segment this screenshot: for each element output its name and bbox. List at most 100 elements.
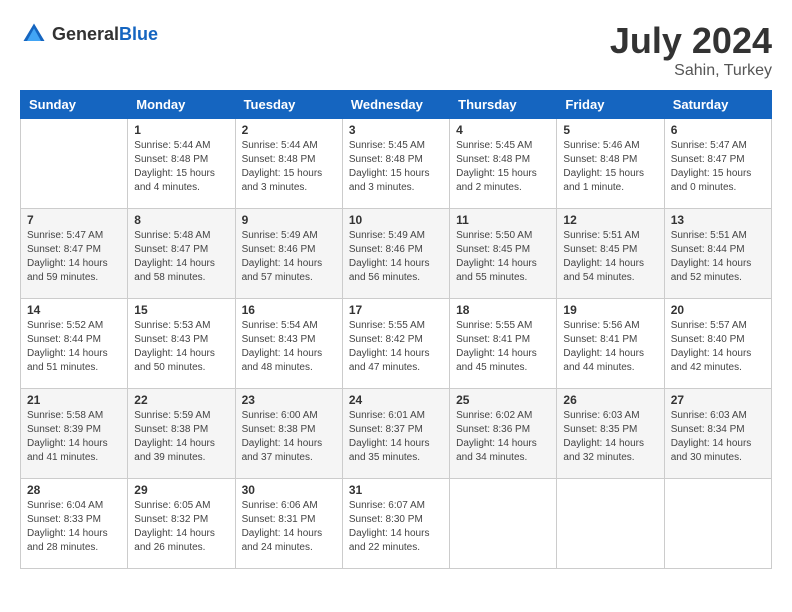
cell-info: Sunrise: 5:44 AM Sunset: 8:48 PM Dayligh… <box>242 139 336 195</box>
cell-info: Sunrise: 6:01 AM Sunset: 8:37 PM Dayligh… <box>349 409 443 465</box>
sunset: Sunset: 8:38 PM <box>134 424 208 435</box>
daylight: Daylight: 14 hours and 54 minutes. <box>563 258 644 283</box>
cell-info: Sunrise: 5:48 AM Sunset: 8:47 PM Dayligh… <box>134 229 228 285</box>
sunrise: Sunrise: 5:51 AM <box>671 230 747 241</box>
cell-info: Sunrise: 6:07 AM Sunset: 8:30 PM Dayligh… <box>349 499 443 555</box>
cell-info: Sunrise: 5:55 AM Sunset: 8:41 PM Dayligh… <box>456 319 550 375</box>
logo-icon <box>20 20 48 48</box>
day-number: 28 <box>27 483 121 497</box>
cell-info: Sunrise: 5:52 AM Sunset: 8:44 PM Dayligh… <box>27 319 121 375</box>
sunrise: Sunrise: 5:44 AM <box>134 140 210 151</box>
day-number: 13 <box>671 213 765 227</box>
day-number: 5 <box>563 123 657 137</box>
day-number: 30 <box>242 483 336 497</box>
sunrise: Sunrise: 6:00 AM <box>242 410 318 421</box>
calendar-cell: 4 Sunrise: 5:45 AM Sunset: 8:48 PM Dayli… <box>450 119 557 209</box>
day-number: 15 <box>134 303 228 317</box>
sunset: Sunset: 8:38 PM <box>242 424 316 435</box>
daylight: Daylight: 14 hours and 37 minutes. <box>242 438 323 463</box>
daylight: Daylight: 14 hours and 48 minutes. <box>242 348 323 373</box>
daylight: Daylight: 14 hours and 52 minutes. <box>671 258 752 283</box>
calendar-cell: 30 Sunrise: 6:06 AM Sunset: 8:31 PM Dayl… <box>235 479 342 569</box>
cell-info: Sunrise: 5:45 AM Sunset: 8:48 PM Dayligh… <box>349 139 443 195</box>
title-section: July 2024 Sahin, Turkey <box>610 20 772 80</box>
daylight: Daylight: 14 hours and 28 minutes. <box>27 528 108 553</box>
sunrise: Sunrise: 5:45 AM <box>349 140 425 151</box>
day-number: 10 <box>349 213 443 227</box>
sunset: Sunset: 8:31 PM <box>242 514 316 525</box>
day-number: 31 <box>349 483 443 497</box>
daylight: Daylight: 14 hours and 55 minutes. <box>456 258 537 283</box>
day-number: 12 <box>563 213 657 227</box>
cell-info: Sunrise: 5:45 AM Sunset: 8:48 PM Dayligh… <box>456 139 550 195</box>
sunset: Sunset: 8:42 PM <box>349 334 423 345</box>
sunset: Sunset: 8:36 PM <box>456 424 530 435</box>
calendar-cell: 25 Sunrise: 6:02 AM Sunset: 8:36 PM Dayl… <box>450 389 557 479</box>
sunrise: Sunrise: 5:46 AM <box>563 140 639 151</box>
calendar-cell: 29 Sunrise: 6:05 AM Sunset: 8:32 PM Dayl… <box>128 479 235 569</box>
calendar-week-2: 7 Sunrise: 5:47 AM Sunset: 8:47 PM Dayli… <box>21 209 772 299</box>
logo-general: General <box>52 24 119 44</box>
sunrise: Sunrise: 6:02 AM <box>456 410 532 421</box>
header-monday: Monday <box>128 91 235 119</box>
location: Sahin, Turkey <box>610 62 772 80</box>
sunrise: Sunrise: 6:01 AM <box>349 410 425 421</box>
sunrise: Sunrise: 5:58 AM <box>27 410 103 421</box>
calendar-cell: 11 Sunrise: 5:50 AM Sunset: 8:45 PM Dayl… <box>450 209 557 299</box>
daylight: Daylight: 14 hours and 47 minutes. <box>349 348 430 373</box>
cell-info: Sunrise: 5:49 AM Sunset: 8:46 PM Dayligh… <box>242 229 336 285</box>
calendar-cell: 13 Sunrise: 5:51 AM Sunset: 8:44 PM Dayl… <box>664 209 771 299</box>
logo-blue: Blue <box>119 24 158 44</box>
sunset: Sunset: 8:37 PM <box>349 424 423 435</box>
calendar-cell: 8 Sunrise: 5:48 AM Sunset: 8:47 PM Dayli… <box>128 209 235 299</box>
day-number: 9 <box>242 213 336 227</box>
calendar-cell: 24 Sunrise: 6:01 AM Sunset: 8:37 PM Dayl… <box>342 389 449 479</box>
calendar-cell: 10 Sunrise: 5:49 AM Sunset: 8:46 PM Dayl… <box>342 209 449 299</box>
cell-info: Sunrise: 6:02 AM Sunset: 8:36 PM Dayligh… <box>456 409 550 465</box>
daylight: Daylight: 14 hours and 59 minutes. <box>27 258 108 283</box>
sunrise: Sunrise: 5:49 AM <box>242 230 318 241</box>
day-number: 1 <box>134 123 228 137</box>
sunrise: Sunrise: 5:51 AM <box>563 230 639 241</box>
calendar-cell: 5 Sunrise: 5:46 AM Sunset: 8:48 PM Dayli… <box>557 119 664 209</box>
sunrise: Sunrise: 5:55 AM <box>349 320 425 331</box>
day-number: 3 <box>349 123 443 137</box>
day-number: 26 <box>563 393 657 407</box>
calendar-cell: 12 Sunrise: 5:51 AM Sunset: 8:45 PM Dayl… <box>557 209 664 299</box>
calendar-cell: 2 Sunrise: 5:44 AM Sunset: 8:48 PM Dayli… <box>235 119 342 209</box>
calendar-cell: 17 Sunrise: 5:55 AM Sunset: 8:42 PM Dayl… <box>342 299 449 389</box>
header-wednesday: Wednesday <box>342 91 449 119</box>
header-sunday: Sunday <box>21 91 128 119</box>
sunrise: Sunrise: 6:05 AM <box>134 500 210 511</box>
sunrise: Sunrise: 5:56 AM <box>563 320 639 331</box>
cell-info: Sunrise: 5:53 AM Sunset: 8:43 PM Dayligh… <box>134 319 228 375</box>
day-number: 17 <box>349 303 443 317</box>
cell-info: Sunrise: 6:03 AM Sunset: 8:35 PM Dayligh… <box>563 409 657 465</box>
sunrise: Sunrise: 6:07 AM <box>349 500 425 511</box>
sunset: Sunset: 8:48 PM <box>563 154 637 165</box>
logo-text: GeneralBlue <box>52 24 158 45</box>
daylight: Daylight: 14 hours and 42 minutes. <box>671 348 752 373</box>
header-row: Sunday Monday Tuesday Wednesday Thursday… <box>21 91 772 119</box>
sunrise: Sunrise: 5:59 AM <box>134 410 210 421</box>
daylight: Daylight: 14 hours and 56 minutes. <box>349 258 430 283</box>
daylight: Daylight: 14 hours and 24 minutes. <box>242 528 323 553</box>
daylight: Daylight: 14 hours and 32 minutes. <box>563 438 644 463</box>
daylight: Daylight: 14 hours and 22 minutes. <box>349 528 430 553</box>
cell-info: Sunrise: 5:47 AM Sunset: 8:47 PM Dayligh… <box>671 139 765 195</box>
calendar-cell: 6 Sunrise: 5:47 AM Sunset: 8:47 PM Dayli… <box>664 119 771 209</box>
sunset: Sunset: 8:35 PM <box>563 424 637 435</box>
day-number: 7 <box>27 213 121 227</box>
sunrise: Sunrise: 6:03 AM <box>563 410 639 421</box>
header-tuesday: Tuesday <box>235 91 342 119</box>
cell-info: Sunrise: 5:55 AM Sunset: 8:42 PM Dayligh… <box>349 319 443 375</box>
calendar-cell: 16 Sunrise: 5:54 AM Sunset: 8:43 PM Dayl… <box>235 299 342 389</box>
sunset: Sunset: 8:48 PM <box>456 154 530 165</box>
day-number: 20 <box>671 303 765 317</box>
calendar-week-3: 14 Sunrise: 5:52 AM Sunset: 8:44 PM Dayl… <box>21 299 772 389</box>
month-year: July 2024 <box>610 20 772 62</box>
sunset: Sunset: 8:46 PM <box>349 244 423 255</box>
day-number: 18 <box>456 303 550 317</box>
sunset: Sunset: 8:44 PM <box>27 334 101 345</box>
sunset: Sunset: 8:33 PM <box>27 514 101 525</box>
